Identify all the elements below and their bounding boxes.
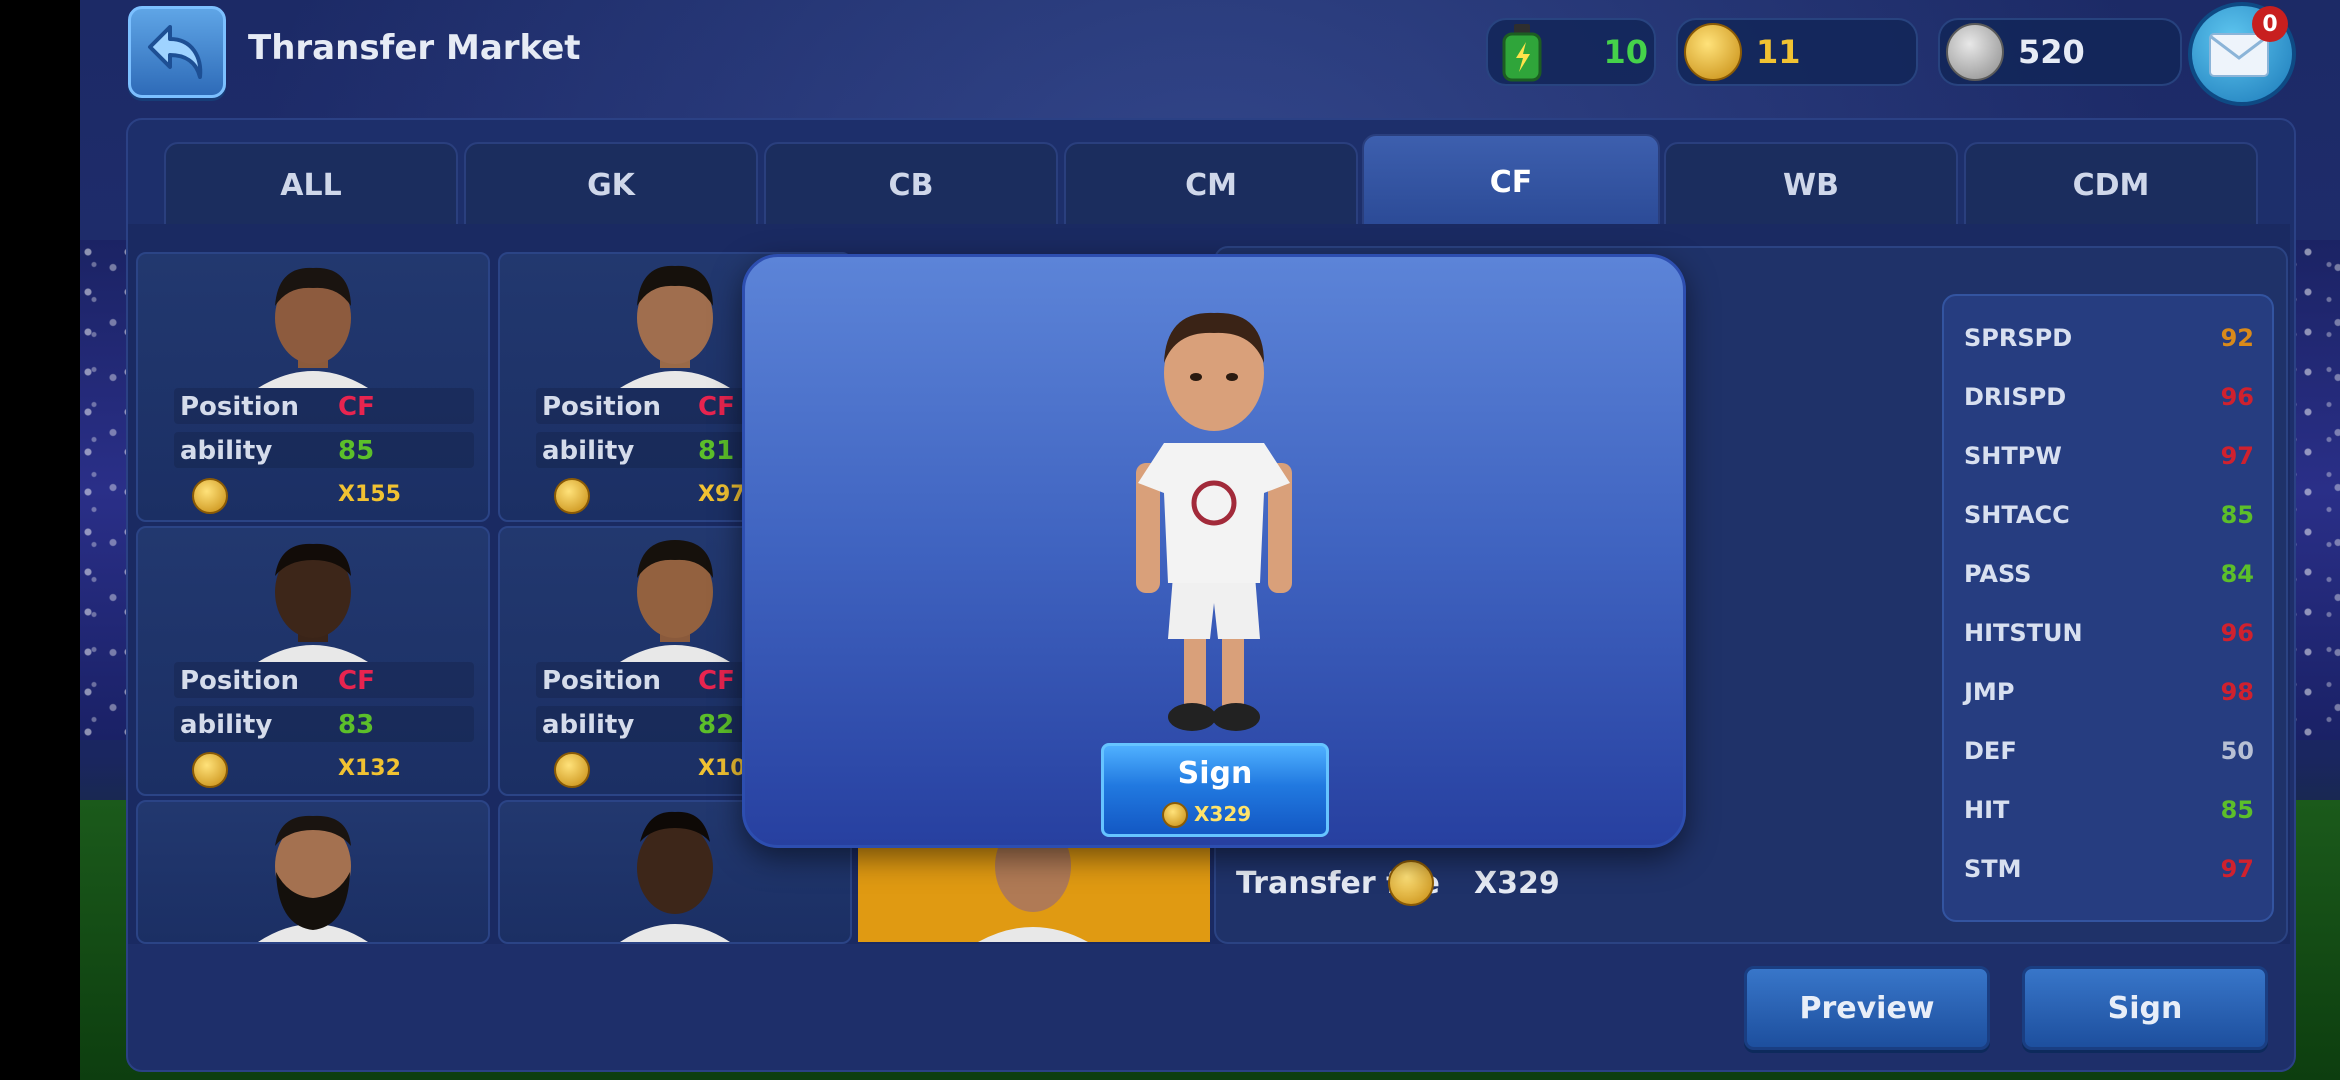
energy-bottle-icon [1502, 24, 1542, 82]
page-title: Thransfer Market [248, 28, 581, 68]
stat-name: SHTPW [1964, 442, 2062, 470]
silver-value: 520 [2018, 33, 2085, 71]
player-head-icon [620, 811, 730, 942]
stat-name: HITSTUN [1964, 619, 2083, 647]
stat-value: 50 [2220, 737, 2254, 765]
ability-label: ability [180, 436, 273, 466]
modal-sign-price: X329 [1194, 802, 1252, 826]
sign-player-modal: Sign X329 [742, 254, 1686, 848]
stat-value: 98 [2220, 678, 2254, 706]
stat-name: SHTACC [1964, 501, 2070, 529]
player-head-icon [620, 540, 730, 662]
price-value: X132 [338, 756, 401, 781]
silver-counter[interactable]: 520 [1938, 18, 2182, 86]
position-label: Position [542, 392, 662, 422]
top-bar: Thransfer Market 10 11 520 0 [120, 0, 2300, 110]
stat-name: DEF [1964, 737, 2017, 765]
preview-button[interactable]: Preview [1744, 966, 1990, 1050]
stat-name: STM [1964, 855, 2022, 883]
stat-value: 96 [2220, 383, 2254, 411]
stat-row: SHTPW 97 [1964, 434, 2254, 478]
stat-value: 92 [2220, 324, 2254, 352]
ability-label: ability [180, 710, 273, 740]
transfer-fee-value: X329 [1474, 866, 1560, 901]
player-card[interactable]: Position CF ability 85 X155 [136, 252, 490, 522]
stat-value: 97 [2220, 855, 2254, 883]
coin-icon [192, 478, 228, 514]
position-value: CF [338, 392, 375, 422]
stat-row: SHTACC 85 [1964, 493, 2254, 537]
position-value: CF [698, 666, 735, 696]
stat-row: SPRSPD 92 [1964, 316, 2254, 360]
stat-value: 85 [2220, 796, 2254, 824]
stat-name: PASS [1964, 560, 2032, 588]
stat-value: 97 [2220, 442, 2254, 470]
tab-cf[interactable]: CF [1362, 134, 1660, 230]
stats-panel: SPRSPD 92 DRISPD 96 SHTPW 97 SHTACC 85 P… [1942, 294, 2274, 922]
stat-row: JMP 98 [1964, 670, 2254, 714]
stat-row: HITSTUN 96 [1964, 611, 2254, 655]
player-head-icon [258, 815, 368, 942]
tab-all[interactable]: ALL [164, 142, 458, 228]
stat-name: DRISPD [1964, 383, 2067, 411]
position-label: Position [542, 666, 662, 696]
player-head-icon [258, 543, 368, 662]
ability-label: ability [542, 710, 635, 740]
player-model [1136, 312, 1292, 731]
gold-counter[interactable]: 11 [1676, 18, 1918, 86]
back-arrow-icon [148, 25, 203, 79]
position-value: CF [338, 666, 375, 696]
stat-name: HIT [1964, 796, 2010, 824]
gold-value: 11 [1756, 33, 1801, 71]
tab-cm[interactable]: CM [1064, 142, 1358, 228]
ability-value: 83 [338, 710, 375, 740]
stat-value: 84 [2220, 560, 2254, 588]
stat-row: DEF 50 [1964, 729, 2254, 773]
stat-row: PASS 84 [1964, 552, 2254, 596]
mail-button[interactable]: 0 [2188, 2, 2296, 106]
player-head-icon [620, 265, 730, 388]
player-head-icon [258, 267, 368, 388]
price-value: X97 [698, 482, 746, 507]
coin-icon [554, 752, 590, 788]
gold-coin-icon [1684, 23, 1742, 81]
coin-icon [1388, 860, 1434, 906]
ability-label: ability [542, 436, 635, 466]
silver-coin-icon [1946, 23, 2004, 81]
modal-sign-label: Sign [1177, 756, 1253, 791]
modal-sign-button[interactable]: Sign X329 [1101, 743, 1329, 837]
ability-value: 82 [698, 710, 735, 740]
position-label: Position [180, 392, 300, 422]
stat-value: 96 [2220, 619, 2254, 647]
player-card[interactable] [136, 800, 490, 944]
coin-icon [554, 478, 590, 514]
ability-value: 81 [698, 436, 735, 466]
tab-gk[interactable]: GK [464, 142, 758, 228]
stat-value: 85 [2220, 501, 2254, 529]
stat-row: DRISPD 96 [1964, 375, 2254, 419]
position-label: Position [180, 666, 300, 696]
stat-name: SPRSPD [1964, 324, 2073, 352]
price-value: X155 [338, 482, 401, 507]
sign-button[interactable]: Sign [2022, 966, 2268, 1050]
stat-row: HIT 85 [1964, 788, 2254, 832]
back-button[interactable] [128, 6, 226, 98]
coin-icon [192, 752, 228, 788]
ability-value: 85 [338, 436, 375, 466]
tab-cb[interactable]: CB [764, 142, 1058, 228]
energy-counter[interactable]: 10 [1486, 18, 1656, 86]
stat-name: JMP [1964, 678, 2015, 706]
coin-icon [1162, 802, 1188, 828]
energy-value: 10 [1603, 33, 1648, 71]
position-value: CF [698, 392, 735, 422]
tab-wb[interactable]: WB [1664, 142, 1958, 228]
tab-cdm[interactable]: CDM [1964, 142, 2258, 228]
player-card[interactable]: Position CF ability 83 X132 [136, 526, 490, 796]
mail-count-badge: 0 [2252, 6, 2288, 42]
stat-row: STM 97 [1964, 847, 2254, 891]
